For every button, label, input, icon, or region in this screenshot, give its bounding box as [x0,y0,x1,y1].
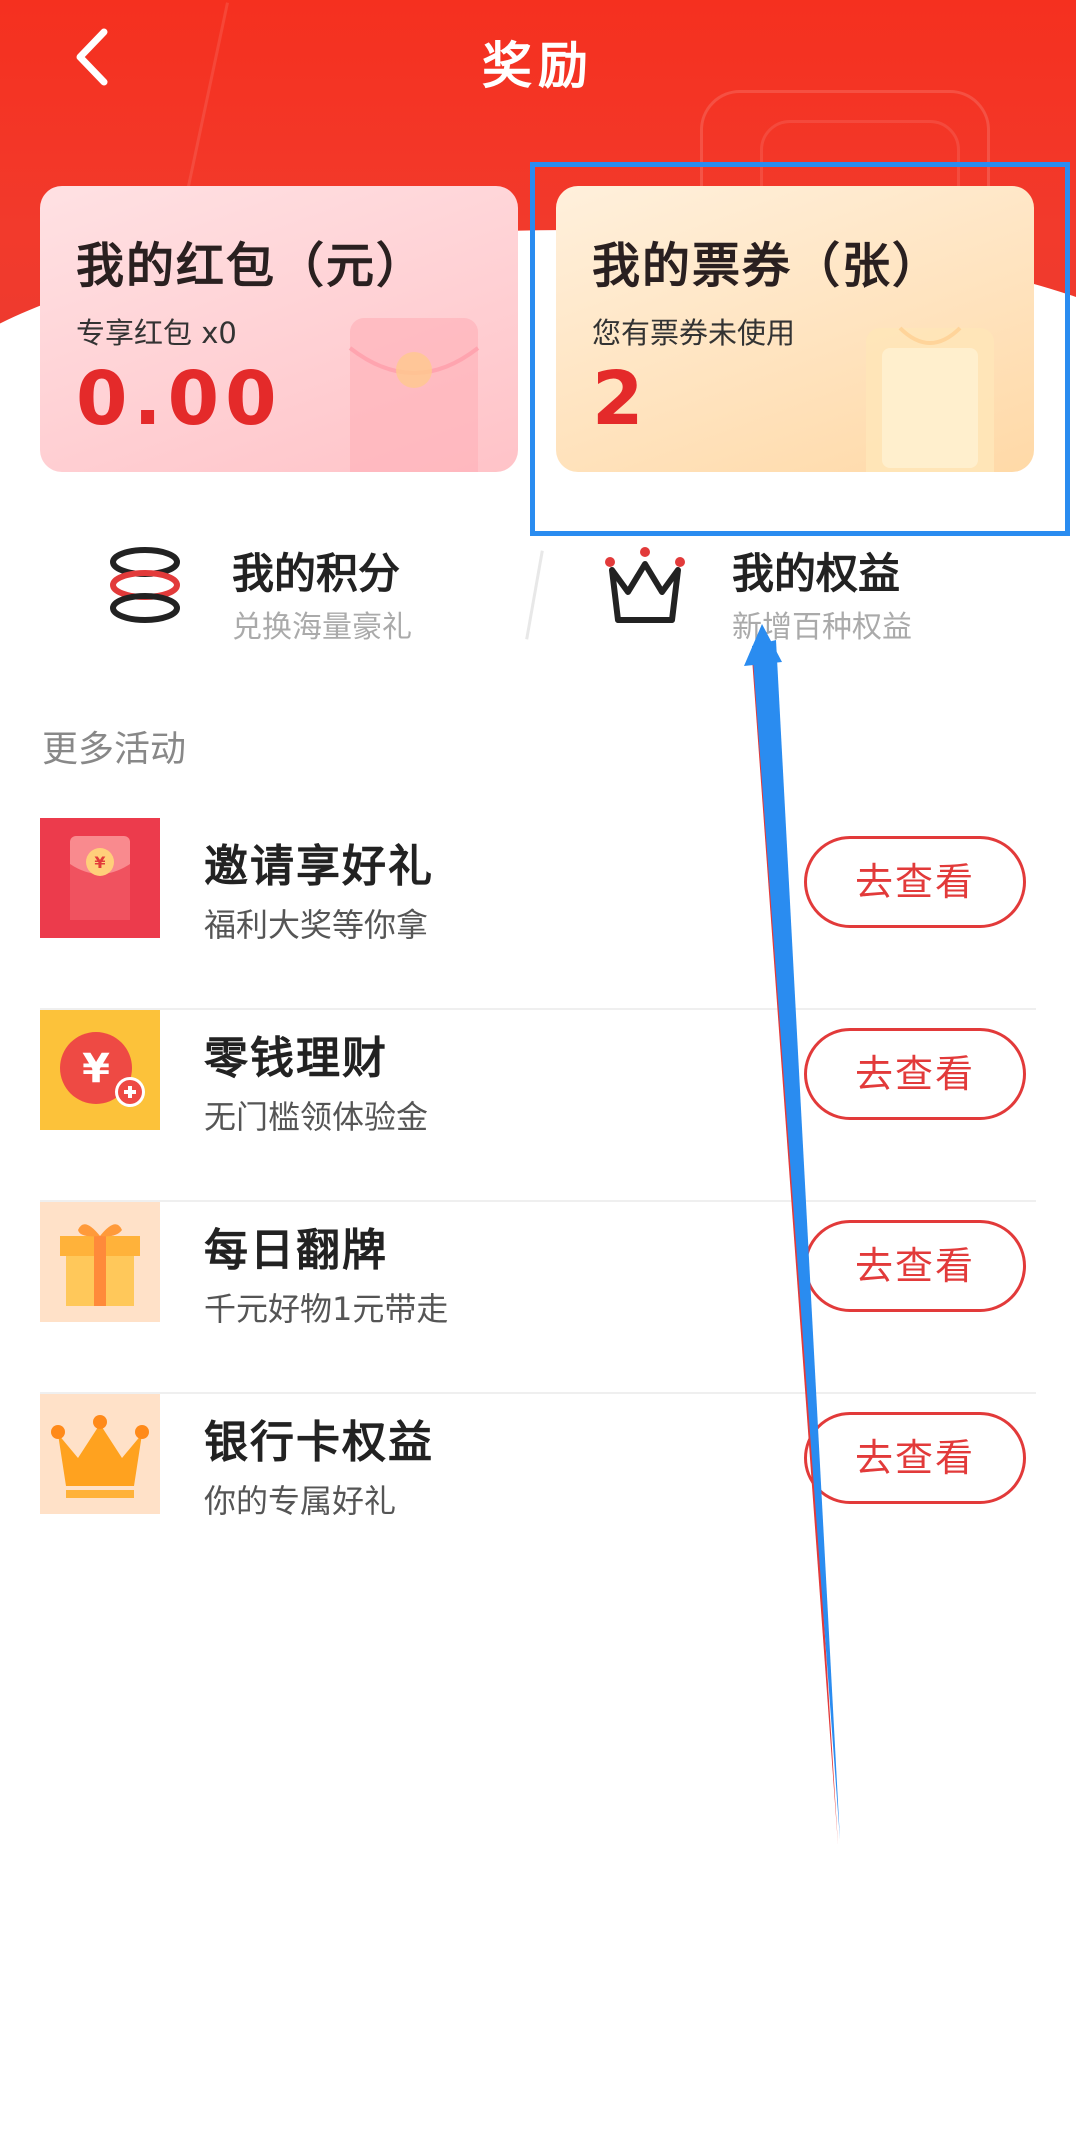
activity-title: 邀请享好礼 [204,841,434,892]
rights-subtitle: 新增百种权益 [732,610,912,645]
activity-title: 每日翻牌 [204,1225,388,1276]
activity-subtitle: 千元好物1元带走 [204,1290,449,1328]
coin-stack-icon [100,540,190,630]
svg-text:¥: ¥ [82,1046,110,1092]
rights-title: 我的权益 [732,549,901,598]
activity-row-invite[interactable]: ¥ 邀请享好礼 福利大奖等你拿 去查看 [40,818,1036,1010]
svg-text:¥: ¥ [94,853,105,872]
view-button[interactable]: 去查看 [804,1220,1026,1312]
view-button[interactable]: 去查看 [804,1028,1026,1120]
ticket-card[interactable]: 我的票券（张） 您有票券未使用 2 [556,186,1034,472]
activity-title: 银行卡权益 [204,1417,434,1468]
view-button[interactable]: 去查看 [804,1412,1026,1504]
activity-subtitle: 无门槛领体验金 [204,1098,429,1136]
points-subtitle: 兑换海量豪礼 [232,610,412,645]
ticket-count: 2 [592,356,650,442]
ticket-subtitle: 您有票券未使用 [592,316,796,350]
coin-plus-icon: ¥ [40,1010,160,1130]
more-activities-title: 更多活动 [42,729,187,770]
crown-icon [40,1394,160,1514]
red-envelope-icon: ¥ [40,818,160,938]
points-title: 我的积分 [232,549,401,598]
gift-box-icon [40,1202,160,1322]
activity-title: 零钱理财 [204,1033,388,1084]
ticket-title: 我的票券（张） [592,238,943,294]
page-title: 奖励 [482,37,594,95]
points-entry[interactable]: 我的积分 兑换海量豪礼 [100,540,550,650]
crown-icon [600,540,690,630]
red-packet-title: 我的红包（元） [76,238,427,294]
activity-list: ¥ 邀请享好礼 福利大奖等你拿 去查看 ¥ 零钱理财 无门槛领体验金 去查看 每… [40,818,1036,1586]
activity-row-flip[interactable]: 每日翻牌 千元好物1元带走 去查看 [40,1202,1036,1394]
activity-row-bankcard[interactable]: 银行卡权益 你的专属好礼 去查看 [40,1394,1036,1586]
activity-subtitle: 福利大奖等你拿 [204,906,429,944]
red-packet-subtitle: 专享红包 x0 [76,316,237,350]
activity-subtitle: 你的专属好礼 [204,1482,397,1520]
rights-entry[interactable]: 我的权益 新增百种权益 [600,540,1050,650]
activity-row-wealth[interactable]: ¥ 零钱理财 无门槛领体验金 去查看 [40,1010,1036,1202]
view-button[interactable]: 去查看 [804,836,1026,928]
top-bar: 奖励 [0,0,1076,120]
red-packet-amount: 0.00 [76,356,283,442]
red-packet-card[interactable]: 我的红包（元） 专享红包 x0 0.00 [40,186,518,472]
